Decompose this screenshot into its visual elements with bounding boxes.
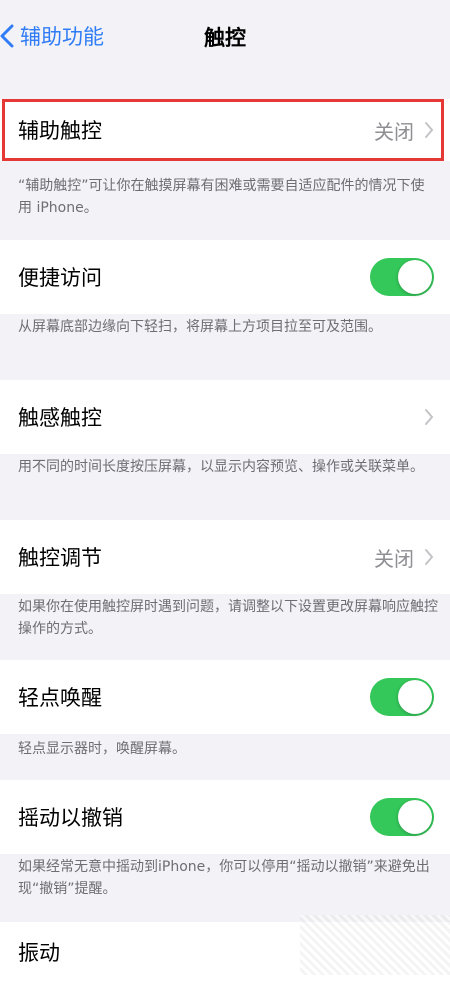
- row-value: 关闭: [374, 119, 414, 144]
- touch-accommodations-row[interactable]: 触控调节 关闭: [0, 520, 450, 594]
- row-label: 触控调节: [18, 546, 102, 570]
- reachability-description: 从屏幕底部边缘向下轻扫，将屏幕上方项目拉至可及范围。: [18, 319, 382, 335]
- row-label: 触感触控: [18, 406, 102, 430]
- shake-to-undo-description: 如果经常无意中摇动到iPhone，你可以停用“摇动以撤销”来避免出现“撤销”提醒…: [18, 859, 430, 897]
- row-value: 关闭: [374, 546, 414, 571]
- tap-to-wake-toggle[interactable]: [370, 678, 434, 716]
- reachability-row: 便捷访问: [0, 240, 450, 314]
- shake-to-undo-toggle[interactable]: [370, 798, 434, 836]
- tap-to-wake-description: 轻点显示器时，唤醒屏幕。: [18, 741, 186, 757]
- watermark: [300, 915, 450, 975]
- row-label: 辅助触控: [18, 119, 102, 143]
- page-title: 触控: [204, 26, 246, 50]
- chevron-right-icon: [425, 409, 434, 425]
- chevron-right-icon: [425, 122, 434, 138]
- haptic-touch-description: 用不同的时间长度按压屏幕，以显示内容预览、操作或关联菜单。: [18, 459, 424, 475]
- row-label: 便捷访问: [18, 266, 102, 290]
- assistive-touch-description: “辅助触控”可让你在触摸屏幕有困难或需要自适应配件的情况下使用 iPhone。: [18, 178, 425, 216]
- row-label: 轻点唤醒: [18, 686, 102, 710]
- haptic-touch-row[interactable]: 触感触控: [0, 380, 450, 454]
- navigation-bar: 辅助功能 触控: [0, 0, 450, 70]
- chevron-right-icon: [425, 549, 434, 565]
- tap-to-wake-row: 轻点唤醒: [0, 660, 450, 734]
- touch-accommodations-description: 如果你在使用触控屏时遇到问题，请调整以下设置更改屏幕响应触控操作的方式。: [18, 599, 438, 637]
- row-label: 振动: [18, 941, 60, 965]
- row-label: 摇动以撤销: [18, 806, 123, 830]
- reachability-toggle[interactable]: [370, 258, 434, 296]
- shake-to-undo-row: 摇动以撤销: [0, 780, 450, 854]
- assistive-touch-row[interactable]: 辅助触控 关闭: [0, 99, 450, 161]
